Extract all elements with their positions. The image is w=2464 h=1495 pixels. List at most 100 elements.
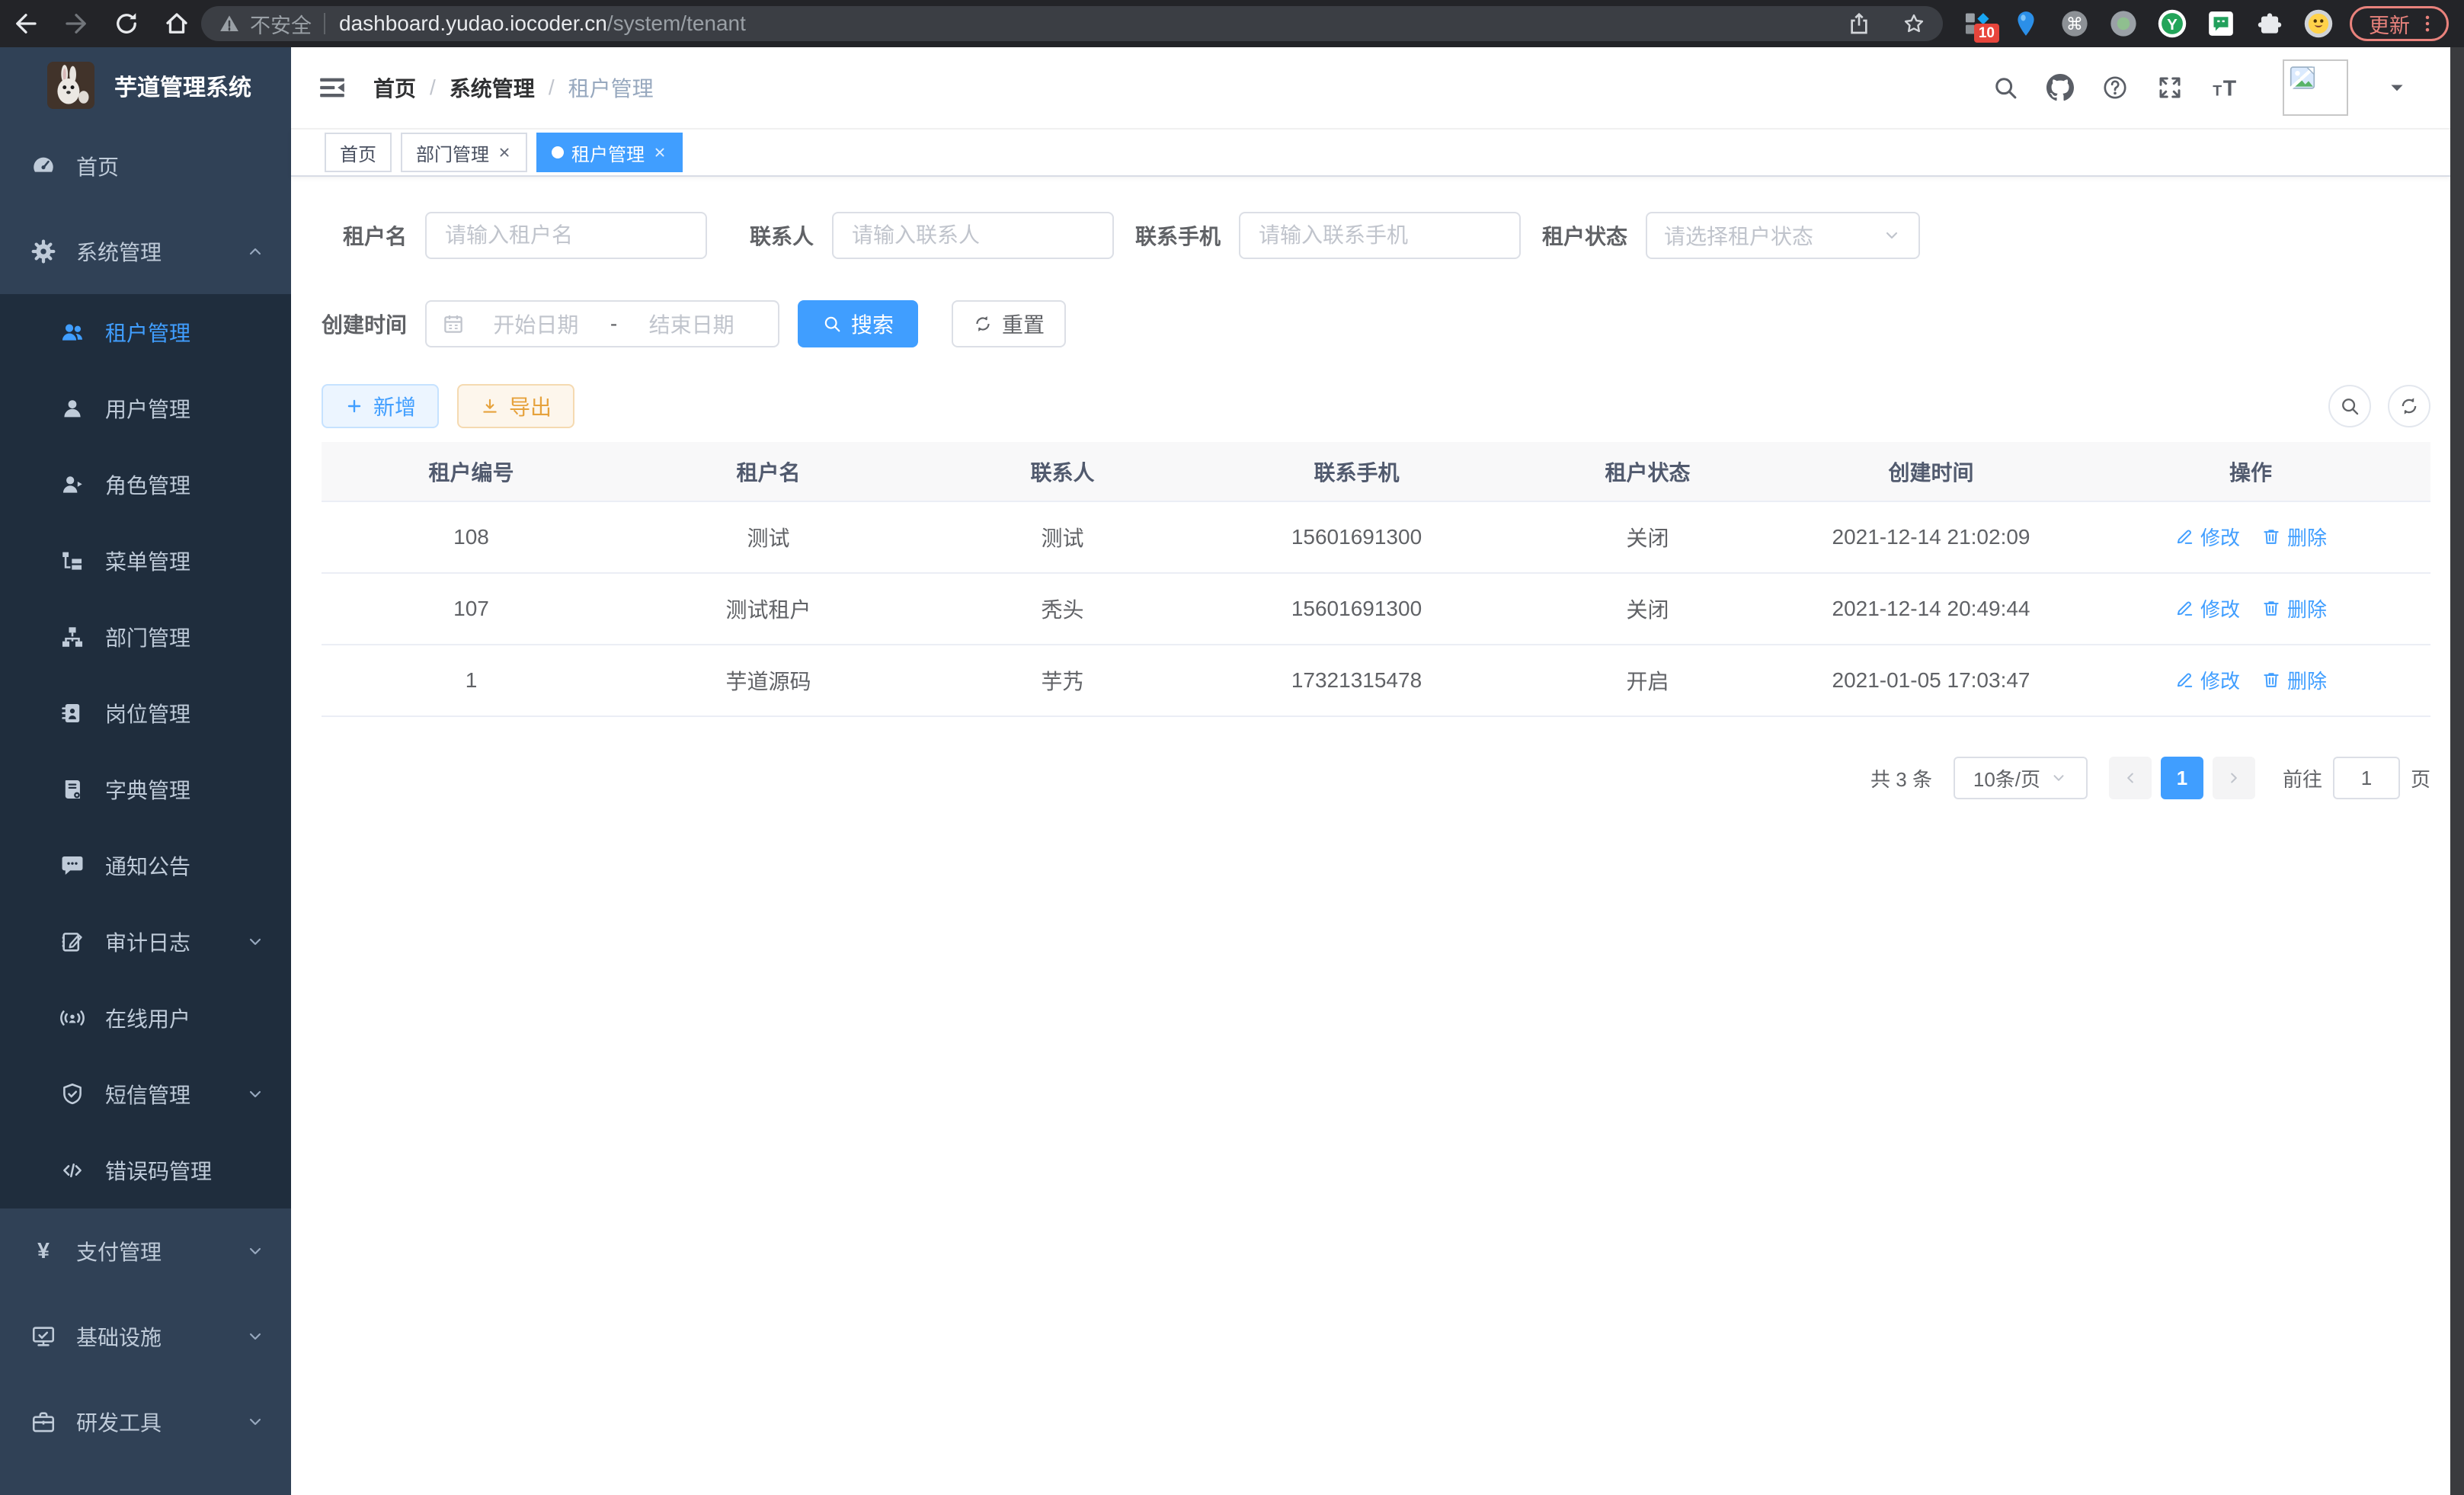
browser-forward-icon[interactable]	[62, 10, 90, 37]
online-icon	[59, 1005, 85, 1031]
sidebar-item-devtool[interactable]: 研发工具	[0, 1379, 291, 1465]
toggle-search-button[interactable]	[2328, 385, 2371, 427]
current-page-button[interactable]: 1	[2161, 757, 2203, 799]
sidebar-item-infra[interactable]: 基础设施	[0, 1294, 291, 1379]
breadcrumb-home[interactable]: 首页	[373, 72, 416, 103]
url-path: /system/tenant	[607, 11, 746, 35]
tree-icon	[59, 548, 85, 574]
sidebar-item-label: 菜单管理	[105, 546, 190, 576]
delete-link[interactable]: 删除	[2261, 523, 2327, 551]
edit-link[interactable]: 修改	[2174, 594, 2240, 623]
tab-label: 租户管理	[571, 139, 645, 166]
search-button[interactable]: 搜索	[798, 300, 918, 347]
extension-y-icon[interactable]	[2158, 9, 2187, 38]
logo-row[interactable]: 芋道管理系统	[0, 47, 291, 123]
breadcrumb-system[interactable]: 系统管理	[450, 72, 535, 103]
browser-update-button[interactable]: 更新	[2350, 6, 2449, 41]
close-icon[interactable]	[652, 145, 667, 160]
extension-dot-icon[interactable]	[2109, 9, 2138, 38]
tab-dept[interactable]: 部门管理	[401, 133, 527, 172]
sidebar-item-sms[interactable]: 短信管理	[0, 1056, 291, 1132]
sidebar-item-label: 错误码管理	[105, 1155, 212, 1186]
goto-page-input[interactable]	[2333, 757, 2400, 799]
sidebar-item-menu[interactable]: 菜单管理	[0, 523, 291, 599]
extension-balloon-icon[interactable]	[2011, 9, 2040, 38]
sidebar-item-label: 系统管理	[76, 236, 162, 267]
sidebar-item-home[interactable]: 首页	[0, 123, 291, 209]
sidebar-item-audit-log[interactable]: 审计日志	[0, 904, 291, 980]
extension-chat-icon[interactable]	[2206, 9, 2235, 38]
extension-squares-icon[interactable]: 10	[1963, 9, 1992, 38]
cell-mobile: 15601691300	[1209, 501, 1504, 573]
profile-avatar-icon[interactable]	[2304, 9, 2333, 38]
extension-command-icon[interactable]	[2060, 9, 2089, 38]
chevron-down-icon	[245, 1241, 265, 1261]
delete-link[interactable]: 删除	[2261, 666, 2327, 694]
refresh-icon	[2398, 395, 2420, 417]
hamburger-icon[interactable]	[317, 72, 347, 103]
status-select[interactable]: 请选择租户状态	[1646, 212, 1920, 259]
address-divider	[324, 13, 325, 34]
export-button[interactable]: 导出	[457, 384, 574, 428]
cell-mobile: 15601691300	[1209, 573, 1504, 645]
sidebar-item-system[interactable]: 系统管理	[0, 209, 291, 294]
reset-button[interactable]: 重置	[952, 300, 1066, 347]
next-page-button[interactable]	[2213, 757, 2255, 799]
sidebar-item-error-code[interactable]: 错误码管理	[0, 1132, 291, 1208]
refresh-table-button[interactable]	[2388, 385, 2430, 427]
active-tab-dot	[552, 146, 564, 158]
sidebar-item-role[interactable]: 角色管理	[0, 447, 291, 523]
sidebar-item-pay[interactable]: 支付管理	[0, 1208, 291, 1294]
url-host: dashboard.yudao.iocoder.cn	[339, 11, 607, 35]
avatar-caret-down-icon[interactable]	[2386, 77, 2408, 98]
cell-contact: 芋艿	[916, 645, 1209, 716]
sidebar-item-dept[interactable]: 部门管理	[0, 599, 291, 675]
breadcrumb-separator: /	[549, 75, 555, 100]
sidebar-item-tenant[interactable]: 租户管理	[0, 294, 291, 370]
breadcrumb-current: 租户管理	[568, 72, 654, 103]
extension-badge: 10	[1974, 24, 1999, 43]
share-icon[interactable]	[1847, 11, 1871, 36]
cell-created_at: 2021-12-14 21:02:09	[1791, 501, 2071, 573]
sidebar-item-dict[interactable]: 字典管理	[0, 751, 291, 828]
page-size-select[interactable]: 10条/页	[1954, 757, 2088, 799]
extensions-puzzle-icon[interactable]	[2255, 9, 2284, 38]
add-button[interactable]: 新增	[322, 384, 439, 428]
browser-home-icon[interactable]	[163, 10, 190, 37]
delete-link[interactable]: 删除	[2261, 594, 2327, 623]
sidebar-item-user[interactable]: 用户管理	[0, 370, 291, 447]
bookmark-star-icon[interactable]	[1902, 11, 1926, 36]
edit-link[interactable]: 修改	[2174, 523, 2240, 551]
sidebar-item-post[interactable]: 岗位管理	[0, 675, 291, 751]
create-time-range-picker[interactable]: 开始日期 - 结束日期	[425, 300, 779, 347]
filter-row-2: 创建时间 开始日期 - 结束日期 搜索 重置	[322, 300, 2430, 347]
font-size-icon[interactable]	[2211, 74, 2238, 101]
tenant-name-label: 租户名	[322, 220, 407, 251]
header-search-icon[interactable]	[1992, 74, 2019, 101]
update-label: 更新	[2369, 9, 2410, 39]
browser-reload-icon[interactable]	[113, 10, 140, 37]
user-avatar[interactable]	[2283, 59, 2348, 116]
sidebar-item-label: 在线用户	[105, 1003, 190, 1033]
browser-menu-dots-icon[interactable]	[2416, 12, 2439, 35]
tenant-name-input[interactable]	[425, 212, 707, 259]
help-icon[interactable]	[2101, 74, 2129, 101]
address-bar[interactable]: 不安全 dashboard.yudao.iocoder.cn/system/te…	[201, 6, 1943, 41]
prev-page-button[interactable]	[2109, 757, 2152, 799]
contact-input[interactable]	[832, 212, 1114, 259]
browser-back-icon[interactable]	[12, 10, 40, 37]
monitor-icon	[30, 1324, 56, 1349]
date-start-placeholder: 开始日期	[465, 309, 607, 339]
url-text: dashboard.yudao.iocoder.cn/system/tenant	[339, 11, 746, 36]
github-icon[interactable]	[2046, 74, 2074, 101]
mobile-input[interactable]	[1239, 212, 1521, 259]
sidebar-item-online-user[interactable]: 在线用户	[0, 980, 291, 1056]
browser-scrollbar[interactable]	[2450, 47, 2464, 1495]
close-icon[interactable]	[497, 145, 512, 160]
tab-tenant[interactable]: 租户管理	[536, 133, 683, 172]
sidebar-item-notice[interactable]: 通知公告	[0, 828, 291, 904]
fullscreen-icon[interactable]	[2156, 74, 2184, 101]
user-icon	[59, 395, 85, 421]
edit-link[interactable]: 修改	[2174, 666, 2240, 694]
tab-home[interactable]: 首页	[325, 133, 392, 172]
